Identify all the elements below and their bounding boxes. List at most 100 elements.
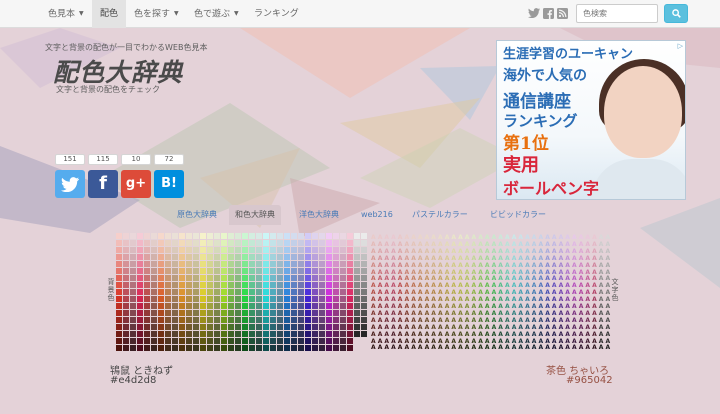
color-swatch[interactable] — [270, 345, 276, 351]
color-swatch[interactable] — [214, 310, 220, 316]
color-swatch[interactable] — [137, 296, 143, 302]
color-swatch[interactable] — [354, 317, 360, 323]
color-swatch[interactable] — [123, 310, 129, 316]
color-swatch[interactable] — [235, 254, 241, 260]
color-swatch[interactable] — [130, 324, 136, 330]
color-swatch[interactable] — [235, 289, 241, 295]
color-swatch[interactable] — [326, 317, 332, 323]
color-swatch[interactable] — [326, 338, 332, 344]
color-swatch[interactable] — [165, 268, 171, 274]
color-swatch[interactable] — [214, 268, 220, 274]
color-swatch[interactable] — [242, 345, 248, 351]
color-swatch[interactable] — [256, 303, 262, 309]
color-swatch[interactable] — [214, 254, 220, 260]
color-swatch[interactable] — [172, 296, 178, 302]
color-swatch[interactable] — [158, 261, 164, 267]
color-swatch[interactable] — [214, 240, 220, 246]
color-swatch[interactable] — [165, 233, 171, 239]
text-color-sample[interactable]: A — [371, 344, 376, 351]
color-swatch[interactable] — [298, 317, 304, 323]
color-swatch[interactable] — [172, 289, 178, 295]
color-swatch[interactable] — [277, 275, 283, 281]
color-swatch[interactable] — [165, 338, 171, 344]
color-swatch[interactable] — [249, 268, 255, 274]
color-swatch[interactable] — [235, 247, 241, 253]
color-swatch[interactable] — [158, 233, 164, 239]
color-swatch[interactable] — [214, 317, 220, 323]
color-swatch[interactable] — [256, 268, 262, 274]
color-swatch[interactable] — [214, 345, 220, 351]
color-swatch[interactable] — [165, 247, 171, 253]
color-swatch[interactable] — [312, 289, 318, 295]
color-swatch[interactable] — [263, 275, 269, 281]
color-swatch[interactable] — [298, 310, 304, 316]
color-swatch[interactable] — [137, 338, 143, 344]
color-swatch[interactable] — [186, 254, 192, 260]
color-swatch[interactable] — [116, 233, 122, 239]
color-swatch[interactable] — [284, 261, 290, 267]
color-swatch[interactable] — [347, 289, 353, 295]
text-color-sample[interactable]: A — [472, 344, 477, 351]
color-swatch[interactable] — [270, 324, 276, 330]
tab-web216[interactable]: web216 — [355, 205, 399, 225]
color-swatch[interactable] — [193, 289, 199, 295]
color-swatch[interactable] — [207, 233, 213, 239]
color-swatch[interactable] — [277, 254, 283, 260]
color-swatch[interactable] — [144, 303, 150, 309]
color-swatch[interactable] — [235, 317, 241, 323]
color-swatch[interactable] — [291, 296, 297, 302]
color-swatch[interactable] — [263, 310, 269, 316]
color-swatch[interactable] — [158, 324, 164, 330]
color-swatch[interactable] — [235, 296, 241, 302]
color-swatch[interactable] — [214, 233, 220, 239]
color-swatch[interactable] — [270, 261, 276, 267]
color-swatch[interactable] — [277, 268, 283, 274]
color-swatch[interactable] — [221, 275, 227, 281]
color-swatch[interactable] — [200, 261, 206, 267]
color-swatch[interactable] — [158, 296, 164, 302]
color-swatch[interactable] — [228, 289, 234, 295]
color-swatch[interactable] — [116, 254, 122, 260]
color-swatch[interactable] — [151, 247, 157, 253]
color-swatch[interactable] — [193, 310, 199, 316]
color-swatch[interactable] — [263, 240, 269, 246]
color-swatch[interactable] — [242, 296, 248, 302]
color-swatch[interactable] — [228, 324, 234, 330]
text-color-sample[interactable]: A — [478, 344, 483, 351]
color-swatch[interactable] — [256, 240, 262, 246]
color-swatch[interactable] — [207, 324, 213, 330]
color-swatch[interactable] — [144, 233, 150, 239]
color-swatch[interactable] — [235, 303, 241, 309]
color-swatch[interactable] — [200, 296, 206, 302]
color-swatch[interactable] — [151, 296, 157, 302]
color-swatch[interactable] — [333, 345, 339, 351]
color-swatch[interactable] — [256, 275, 262, 281]
color-swatch[interactable] — [193, 282, 199, 288]
color-swatch[interactable] — [151, 324, 157, 330]
color-swatch[interactable] — [305, 289, 311, 295]
color-swatch[interactable] — [270, 289, 276, 295]
color-swatch[interactable] — [228, 261, 234, 267]
color-swatch[interactable] — [340, 275, 346, 281]
color-swatch[interactable] — [312, 254, 318, 260]
color-swatch[interactable] — [144, 247, 150, 253]
color-swatch[interactable] — [340, 317, 346, 323]
color-swatch[interactable] — [116, 310, 122, 316]
color-swatch[interactable] — [137, 261, 143, 267]
color-swatch[interactable] — [347, 338, 353, 344]
color-swatch[interactable] — [249, 282, 255, 288]
color-swatch[interactable] — [137, 275, 143, 281]
color-swatch[interactable] — [361, 233, 367, 239]
color-swatch[interactable] — [277, 324, 283, 330]
color-swatch[interactable] — [123, 282, 129, 288]
search-input[interactable] — [576, 4, 658, 23]
color-swatch[interactable] — [326, 324, 332, 330]
color-swatch[interactable] — [305, 338, 311, 344]
color-swatch[interactable] — [291, 240, 297, 246]
color-swatch[interactable] — [298, 303, 304, 309]
color-swatch[interactable] — [312, 296, 318, 302]
text-color-sample[interactable]: A — [438, 344, 443, 351]
color-swatch[interactable] — [263, 261, 269, 267]
color-swatch[interactable] — [137, 268, 143, 274]
nav-item-ranking[interactable]: ランキング — [246, 0, 307, 28]
